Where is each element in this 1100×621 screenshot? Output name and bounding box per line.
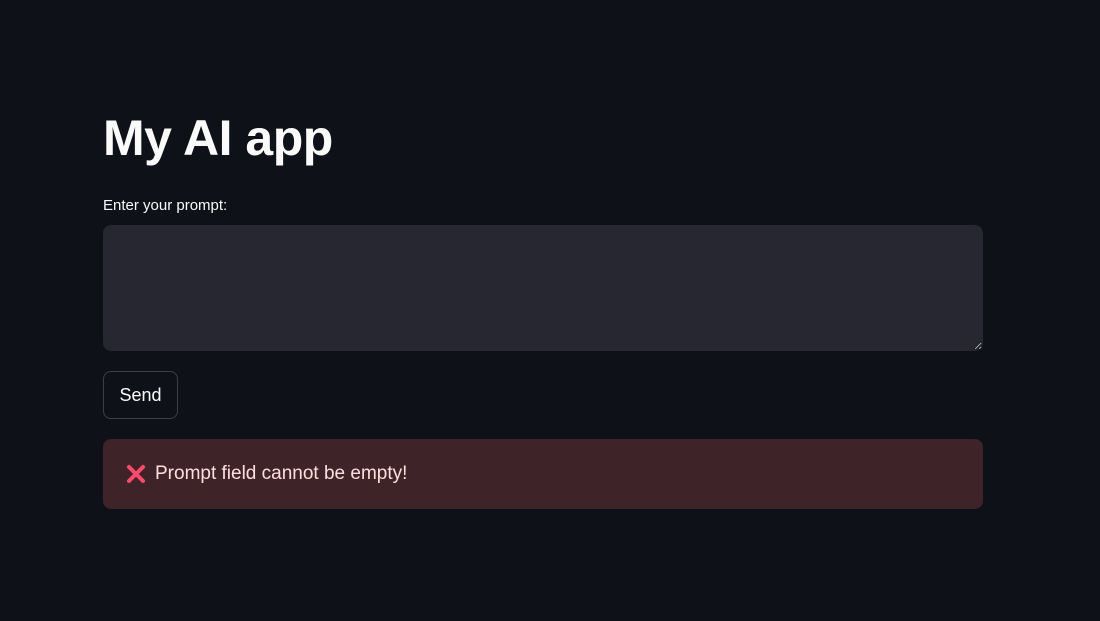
page-title: My AI app — [103, 110, 333, 166]
send-button[interactable]: Send — [103, 371, 178, 419]
cross-mark-icon — [125, 463, 147, 485]
error-message: Prompt field cannot be empty! — [155, 463, 408, 484]
prompt-label: Enter your prompt: — [103, 197, 228, 214]
error-alert: Prompt field cannot be empty! — [103, 439, 983, 509]
prompt-textarea[interactable] — [103, 225, 983, 351]
